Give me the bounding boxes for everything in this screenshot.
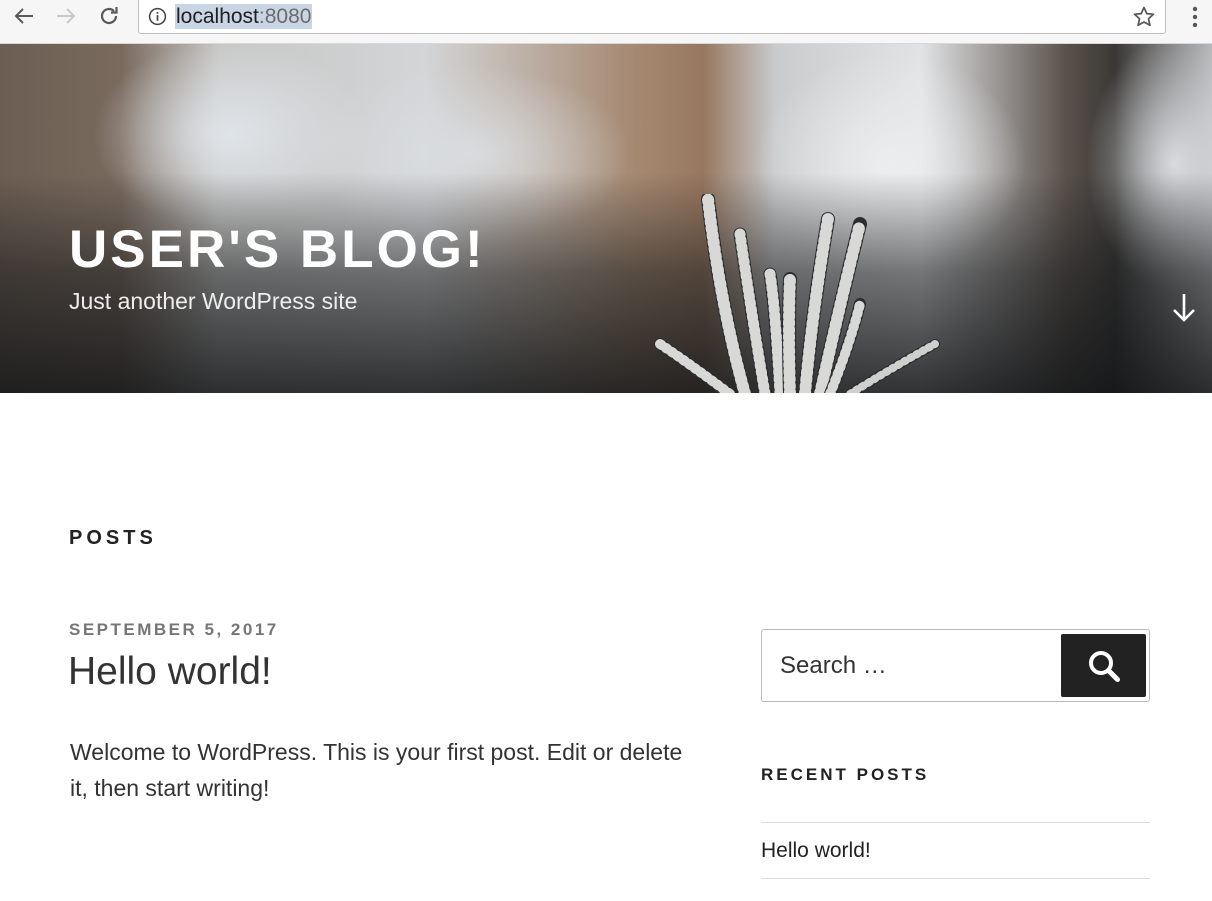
- forward-arrow-icon[interactable]: [50, 0, 82, 32]
- recent-posts-list: Hello world!: [761, 822, 1150, 879]
- header-image-shade: [0, 173, 1212, 393]
- url-port: :8080: [258, 5, 312, 28]
- post-date[interactable]: SEPTEMBER 5, 2017: [69, 620, 279, 640]
- browser-toolbar: localhost:8080: [0, 0, 1212, 44]
- list-item: Hello world!: [761, 823, 1150, 879]
- post-title-link[interactable]: Hello world!: [68, 647, 272, 697]
- recent-post-link[interactable]: Hello world!: [761, 839, 871, 863]
- site-description: Just another WordPress site: [69, 288, 358, 314]
- search-icon: [1088, 650, 1120, 682]
- address-bar[interactable]: localhost:8080: [138, 0, 1166, 34]
- search-input[interactable]: [763, 631, 1059, 700]
- search-form: [761, 629, 1150, 702]
- recent-posts-heading: RECENT POSTS: [761, 765, 930, 784]
- plant-image: [654, 194, 940, 393]
- site-header: USER'S BLOG! Just another WordPress site: [0, 44, 1212, 393]
- url-text[interactable]: localhost:8080: [175, 4, 313, 29]
- reload-icon[interactable]: [93, 0, 125, 32]
- post-excerpt: Welcome to WordPress. This is your first…: [70, 739, 683, 801]
- arrow-down-icon[interactable]: [1170, 292, 1198, 324]
- url-host: localhost: [176, 5, 259, 28]
- posts-heading: POSTS: [69, 527, 157, 549]
- search-button[interactable]: [1061, 634, 1146, 697]
- info-icon[interactable]: [148, 7, 167, 26]
- kebab-menu-icon[interactable]: [1184, 4, 1206, 30]
- site-title[interactable]: USER'S BLOG!: [69, 219, 486, 281]
- back-arrow-icon[interactable]: [8, 0, 40, 32]
- star-icon[interactable]: [1132, 5, 1156, 29]
